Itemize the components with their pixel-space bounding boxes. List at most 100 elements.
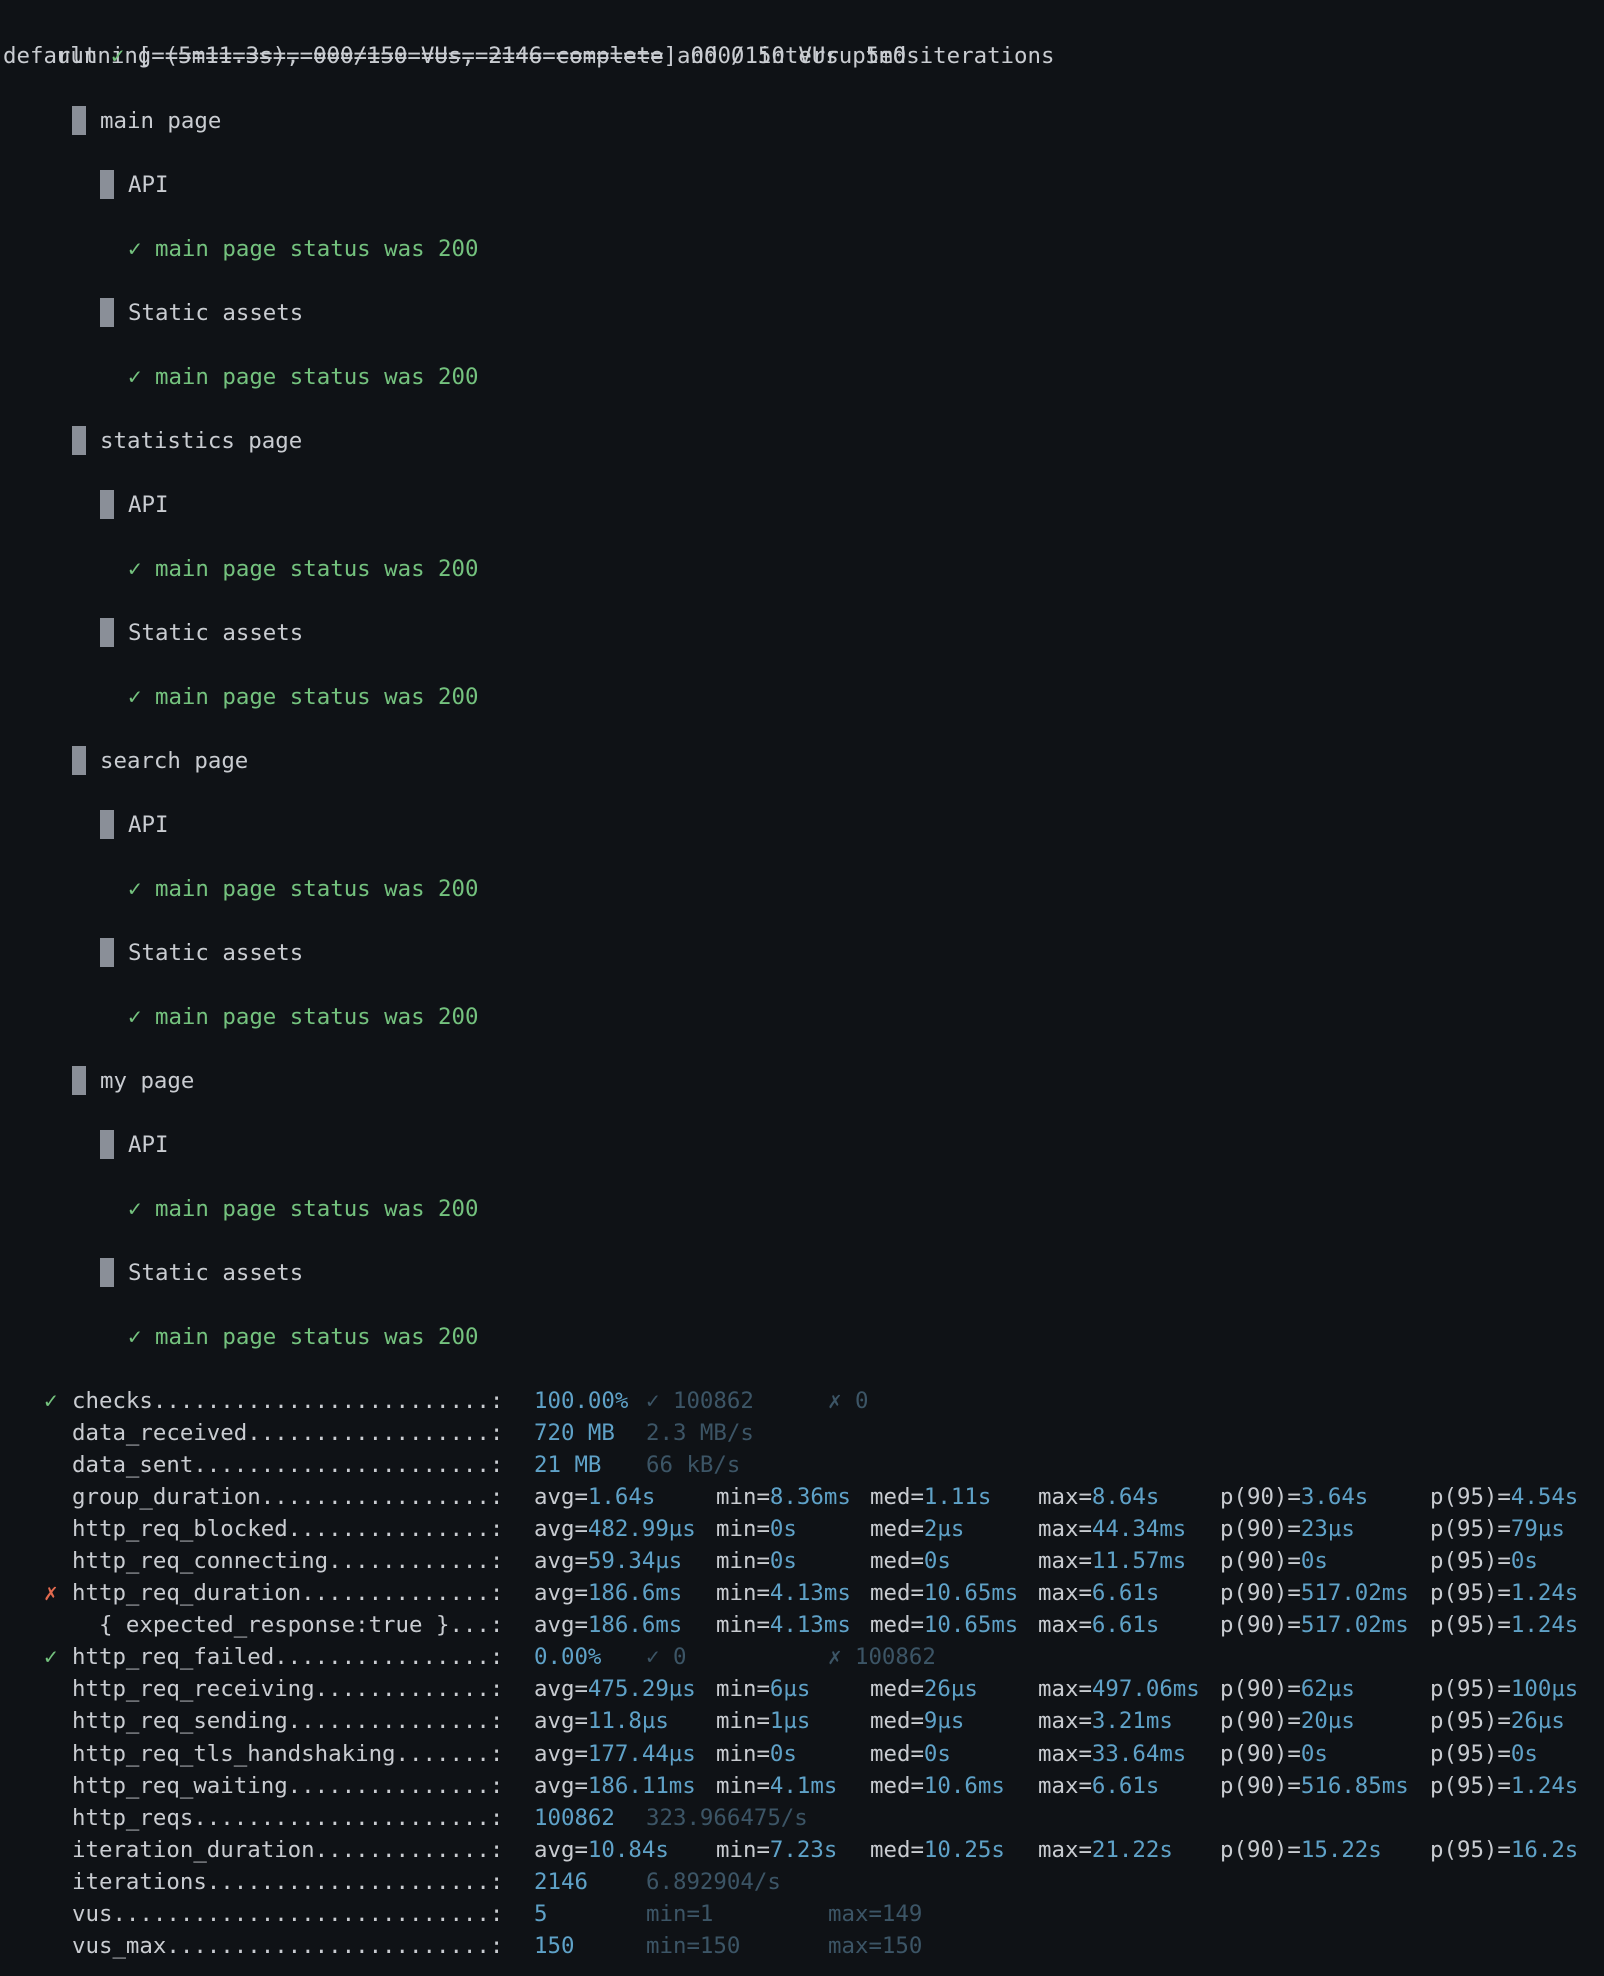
metric-row: http_req_waiting...............: avg=186.…	[0, 1770, 1604, 1802]
metric-row: http_req_tls_handshaking.......: avg=177.…	[0, 1738, 1604, 1770]
stat-value: 0s	[1510, 1741, 1538, 1767]
metric-max: max=497.06ms	[1038, 1673, 1200, 1705]
metric-p95: p(95)=4.54s	[1430, 1481, 1578, 1513]
stat-label: min=	[716, 1676, 770, 1702]
subgroup-bar-icon	[100, 618, 114, 647]
metric-p90: p(90)=15.22s	[1220, 1834, 1382, 1866]
metric-min: min=4.13ms	[716, 1577, 851, 1609]
metric-row: data_sent......................: 21 MB 66 …	[0, 1449, 1604, 1481]
metric-value: 0.00%	[534, 1644, 602, 1670]
metric-med: med=9µs	[870, 1705, 964, 1737]
metric-p95: p(95)=26µs	[1430, 1705, 1565, 1737]
stat-value: 0s	[1510, 1548, 1538, 1574]
stat-label: p(95)=	[1430, 1708, 1511, 1734]
subgroup-header: API	[100, 809, 168, 841]
metric-row: ✓ http_req_failed................: 0.00% ✓ …	[0, 1641, 1604, 1673]
stat-value: 23µs	[1300, 1516, 1355, 1542]
metric-value: 21 MB	[534, 1452, 602, 1478]
subgroup-title: API	[128, 812, 169, 838]
stat-label: p(95)=	[1430, 1837, 1511, 1863]
metric-p90: p(90)=3.64s	[1220, 1481, 1368, 1513]
metric-min: min=4.13ms	[716, 1609, 851, 1641]
subgroup-bar-icon	[100, 1130, 114, 1159]
subgroup-header: Static assets	[100, 617, 303, 649]
check-pass-icon: ✓	[128, 1324, 142, 1350]
metric-p95: p(95)=16.2s	[1430, 1834, 1578, 1866]
stat-label: max=	[1038, 1708, 1092, 1734]
group-header: statistics page	[72, 425, 302, 457]
scenario-name: default	[3, 43, 98, 69]
stat-value: 1µs	[769, 1708, 811, 1734]
progress-check-icon: ✓	[110, 43, 125, 69]
metric-value: 2146	[534, 1869, 588, 1895]
check-text: main page status was 200	[154, 1196, 479, 1222]
metric-min: min=6µs	[716, 1673, 810, 1705]
metric-med: med=0s	[870, 1738, 951, 1770]
metric-min: min=7.23s	[716, 1834, 837, 1866]
metric-tertiary: ✗ 100862	[828, 1644, 936, 1670]
stat-label: max=	[1038, 1676, 1092, 1702]
stat-value: 482.99µs	[587, 1516, 696, 1542]
stat-value: 16.2s	[1510, 1837, 1579, 1863]
stat-label: max=	[1038, 1773, 1092, 1799]
group-bar-icon	[72, 746, 86, 775]
metric-name: http_req_connecting............:	[72, 1548, 504, 1574]
metric-secondary: 2.3 MB/s	[646, 1420, 754, 1446]
stat-value: 6µs	[769, 1676, 811, 1702]
metric-secondary: ✓ 0	[646, 1644, 687, 1670]
stat-label: p(95)=	[1430, 1612, 1511, 1638]
group-title: statistics page	[100, 428, 303, 454]
stat-value: 8.64s	[1091, 1484, 1160, 1510]
stat-label: p(90)=	[1220, 1484, 1301, 1510]
stat-value: 186.6ms	[587, 1612, 683, 1638]
stat-value: 20µs	[1300, 1708, 1355, 1734]
stat-value: 475.29µs	[587, 1676, 696, 1702]
subgroup-bar-icon	[100, 170, 114, 199]
stat-label: avg=	[534, 1548, 588, 1574]
stat-label: avg=	[534, 1837, 588, 1863]
group-bar-icon	[72, 1066, 86, 1095]
stat-label: max=	[1038, 1548, 1092, 1574]
stat-value: 9µs	[923, 1708, 965, 1734]
metric-name: http_req_waiting...............:	[72, 1773, 504, 1799]
metric-row: group_duration.................: avg=1.64…	[0, 1481, 1604, 1513]
check-result: ✓ main page status was 200	[128, 553, 479, 585]
subgroup-title: Static assets	[128, 1260, 304, 1286]
stat-label: p(95)=	[1430, 1773, 1511, 1799]
stat-value: 1.24s	[1510, 1773, 1579, 1799]
metric-p95: p(95)=0s	[1430, 1545, 1538, 1577]
metric-p95: p(95)=1.24s	[1430, 1770, 1578, 1802]
stat-label: p(90)=	[1220, 1548, 1301, 1574]
metric-name: data_received..................:	[72, 1420, 504, 1446]
metric-min: min=8.36ms	[716, 1481, 851, 1513]
group-bar-icon	[72, 426, 86, 455]
subgroup-title: Static assets	[128, 300, 304, 326]
metric-row: data_received..................: 720 MB 2.…	[0, 1417, 1604, 1449]
metric-avg: avg=11.8µs	[534, 1705, 669, 1737]
stat-value: 11.8µs	[587, 1708, 669, 1734]
metric-name: checks.........................:	[72, 1388, 504, 1414]
stat-label: avg=	[534, 1580, 588, 1606]
stat-label: med=	[870, 1676, 924, 1702]
subgroup-header: API	[100, 1129, 168, 1161]
stat-label: p(95)=	[1430, 1548, 1511, 1574]
metric-min: min=0s	[716, 1738, 797, 1770]
metric-value: 150	[534, 1933, 575, 1959]
metric-avg: avg=59.34µs	[534, 1545, 682, 1577]
stat-label: med=	[870, 1612, 924, 1638]
metric-p90: p(90)=23µs	[1220, 1513, 1355, 1545]
stat-label: med=	[870, 1708, 924, 1734]
metric-med: med=10.65ms	[870, 1577, 1018, 1609]
stat-label: max=	[1038, 1484, 1092, 1510]
stat-label: avg=	[534, 1676, 588, 1702]
stat-label: med=	[870, 1580, 924, 1606]
stat-label: med=	[870, 1773, 924, 1799]
check-result: ✓ main page status was 200	[128, 233, 479, 265]
check-text: main page status was 200	[154, 364, 479, 390]
progress-duration: 5m0s	[865, 43, 920, 69]
metric-p90: p(90)=20µs	[1220, 1705, 1355, 1737]
stat-label: p(95)=	[1430, 1741, 1511, 1767]
metric-max: max=6.61s	[1038, 1577, 1159, 1609]
metric-row: vus_max........................: 150 min=1…	[0, 1930, 1604, 1962]
stat-label: avg=	[534, 1612, 588, 1638]
